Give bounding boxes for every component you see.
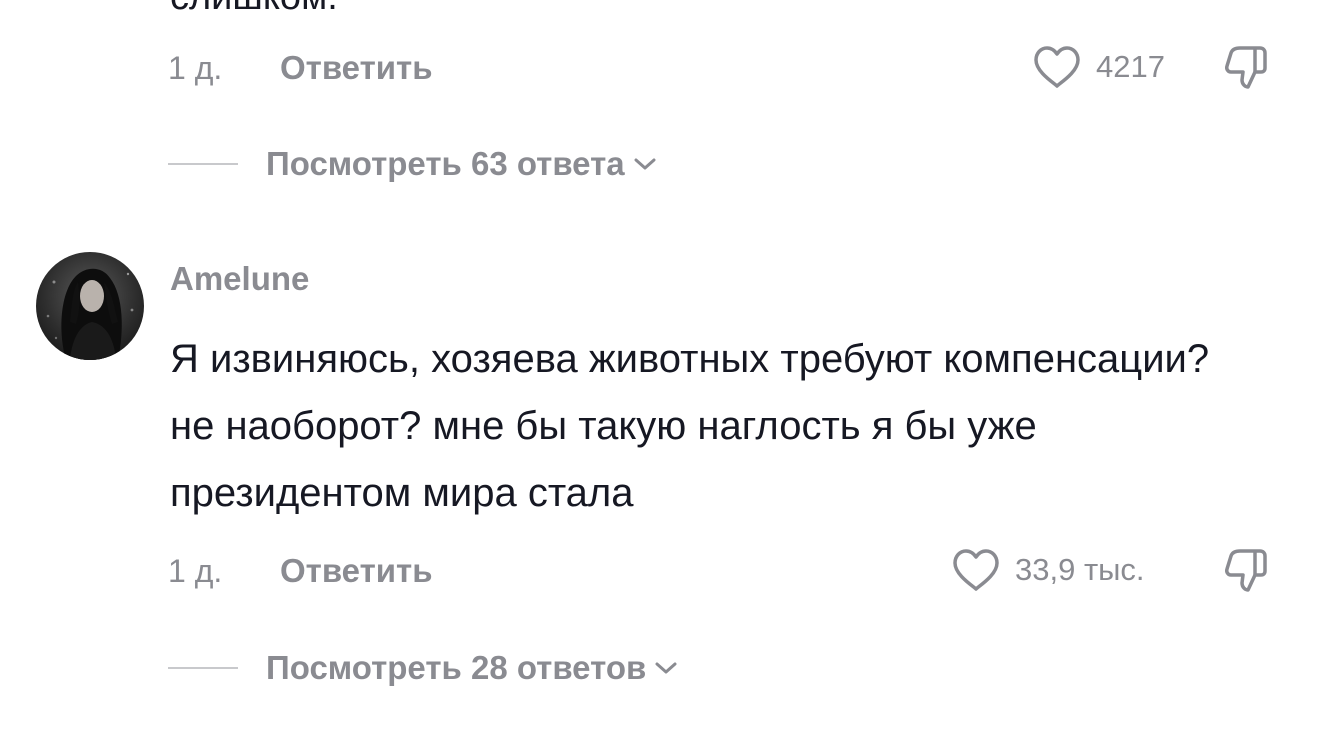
comment-username[interactable]: Amelune xyxy=(170,260,309,298)
like-button[interactable]: 33,9 тыс. xyxy=(951,545,1145,595)
view-replies-label: Посмотреть 63 ответа xyxy=(266,145,625,182)
avatar[interactable] xyxy=(36,252,144,360)
heart-outline-icon xyxy=(1034,46,1080,88)
comment-actions: 1 д. Ответить 4217 xyxy=(0,42,1320,92)
view-replies-label: Посмотреть 28 ответов xyxy=(266,649,647,686)
like-count: 4217 xyxy=(1096,49,1165,84)
comment-time: 1 д. xyxy=(168,553,223,589)
like-button[interactable]: 4217 xyxy=(1032,42,1165,92)
chevron-down-icon xyxy=(634,158,656,170)
view-replies-button[interactable]: Посмотреть 63 ответа xyxy=(168,142,659,186)
thumbs-down-icon xyxy=(1225,46,1267,89)
comment-text: Я извиняюсь, хозяева животных требуют ко… xyxy=(170,337,1210,515)
like-count: 33,9 тыс. xyxy=(1015,552,1145,587)
thumbs-down-icon xyxy=(1225,549,1267,592)
chevron-down-icon xyxy=(655,662,677,674)
divider-line xyxy=(168,667,238,669)
dislike-button[interactable] xyxy=(1222,44,1272,95)
heart-outline-icon xyxy=(953,549,999,591)
reply-button[interactable]: Ответить xyxy=(280,49,433,87)
comment-actions: 1 д. Ответить 33,9 тыс. xyxy=(0,545,1320,595)
reply-button[interactable]: Ответить xyxy=(280,552,433,590)
divider-line xyxy=(168,163,238,165)
view-replies-button[interactable]: Посмотреть 28 ответов xyxy=(168,646,680,690)
dislike-button[interactable] xyxy=(1222,547,1272,598)
comment-time: 1 д. xyxy=(168,50,223,86)
previous-comment-text: слишком. xyxy=(170,0,338,19)
